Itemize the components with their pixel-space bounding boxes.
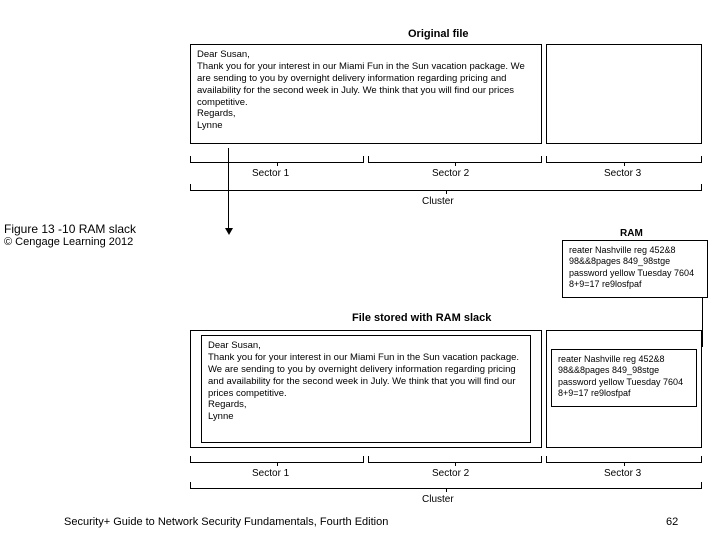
box-ram: reater Nashville reg 452&8 98&&8pages 84…	[562, 240, 708, 298]
box-original-sector3	[546, 44, 702, 144]
label-orig-sector1: Sector 1	[252, 168, 289, 179]
label-slack-sector1: Sector 1	[252, 468, 289, 479]
box-slack-outer: Dear Susan, Thank you for your interest …	[190, 330, 542, 448]
text-slack-ram: reater Nashville reg 452&8 98&&8pages 84…	[558, 354, 683, 398]
footer-page-number: 62	[666, 516, 678, 528]
bracket-slack-sector2	[368, 456, 542, 464]
label-slack-sector2: Sector 2	[432, 468, 469, 479]
connector-ram-down-right	[702, 297, 703, 347]
label-ram: RAM	[620, 228, 643, 239]
label-slack-sector3: Sector 3	[604, 468, 641, 479]
bracket-slack-cluster	[190, 482, 702, 490]
box-slack-sector3-outer: reater Nashville reg 452&8 98&&8pages 84…	[546, 330, 702, 448]
footer-text: Security+ Guide to Network Security Fund…	[64, 516, 388, 528]
copyright-text: © Cengage Learning 2012	[4, 236, 136, 248]
bracket-orig-sector1	[190, 156, 364, 164]
box-slack-ramtext: reater Nashville reg 452&8 98&&8pages 84…	[551, 349, 697, 407]
figure-caption-text: Figure 13 -10 RAM slack	[4, 222, 136, 236]
bracket-slack-sector1	[190, 456, 364, 464]
label-orig-sector3: Sector 3	[604, 168, 641, 179]
bracket-orig-cluster	[190, 184, 702, 192]
text-original-letter: Dear Susan, Thank you for your interest …	[197, 49, 525, 131]
bracket-orig-sector3	[546, 156, 702, 164]
label-slack-cluster: Cluster	[422, 494, 454, 505]
label-orig-sector2: Sector 2	[432, 168, 469, 179]
label-orig-cluster: Cluster	[422, 196, 454, 207]
bracket-slack-sector3	[546, 456, 702, 464]
text-ram: reater Nashville reg 452&8 98&&8pages 84…	[569, 245, 694, 289]
bracket-orig-sector2	[368, 156, 542, 164]
figure-caption: Figure 13 -10 RAM slack © Cengage Learni…	[4, 222, 136, 248]
text-slack-letter: Dear Susan, Thank you for your interest …	[208, 340, 519, 422]
title-slack: File stored with RAM slack	[352, 312, 491, 324]
box-original-letter: Dear Susan, Thank you for your interest …	[190, 44, 542, 144]
title-original-file: Original file	[408, 28, 469, 40]
box-slack-letter: Dear Susan, Thank you for your interest …	[201, 335, 531, 443]
